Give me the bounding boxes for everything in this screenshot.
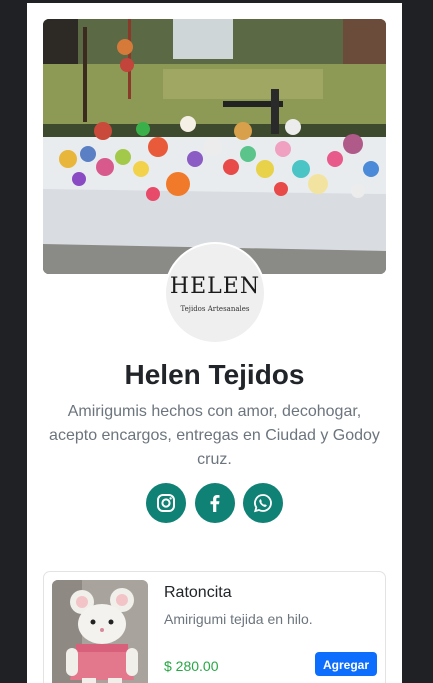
shop-logo: HELEN Tejidos Artesanales	[166, 244, 264, 342]
shop-description: Amirigumis hechos con amor, decohogar, a…	[49, 403, 380, 468]
shop-title: Helen Tejidos	[124, 359, 305, 390]
add-to-cart-button[interactable]: Agregar	[315, 652, 377, 676]
instagram-icon	[157, 494, 175, 512]
product-image	[52, 580, 148, 683]
facebook-button[interactable]	[195, 483, 235, 523]
whatsapp-button[interactable]	[243, 483, 283, 523]
product-price: $ 280.00	[164, 658, 219, 674]
logo-wordmark: HELEN	[169, 274, 261, 299]
cover-photo	[43, 19, 386, 274]
whatsapp-icon	[254, 494, 272, 513]
logo-tagline: Tejidos Artesanales	[180, 305, 250, 313]
product-name: Ratoncita	[164, 584, 232, 601]
instagram-button[interactable]	[146, 483, 186, 523]
facebook-icon	[210, 495, 220, 512]
social-links	[146, 483, 283, 523]
product-card[interactable]: Ratoncita Amirigumi tejida en hilo. $ 28…	[43, 571, 386, 683]
store-page: HELEN Tejidos Artesanales Helen Tejidos …	[27, 3, 402, 683]
product-description: Amirigumi tejida en hilo.	[164, 611, 313, 627]
